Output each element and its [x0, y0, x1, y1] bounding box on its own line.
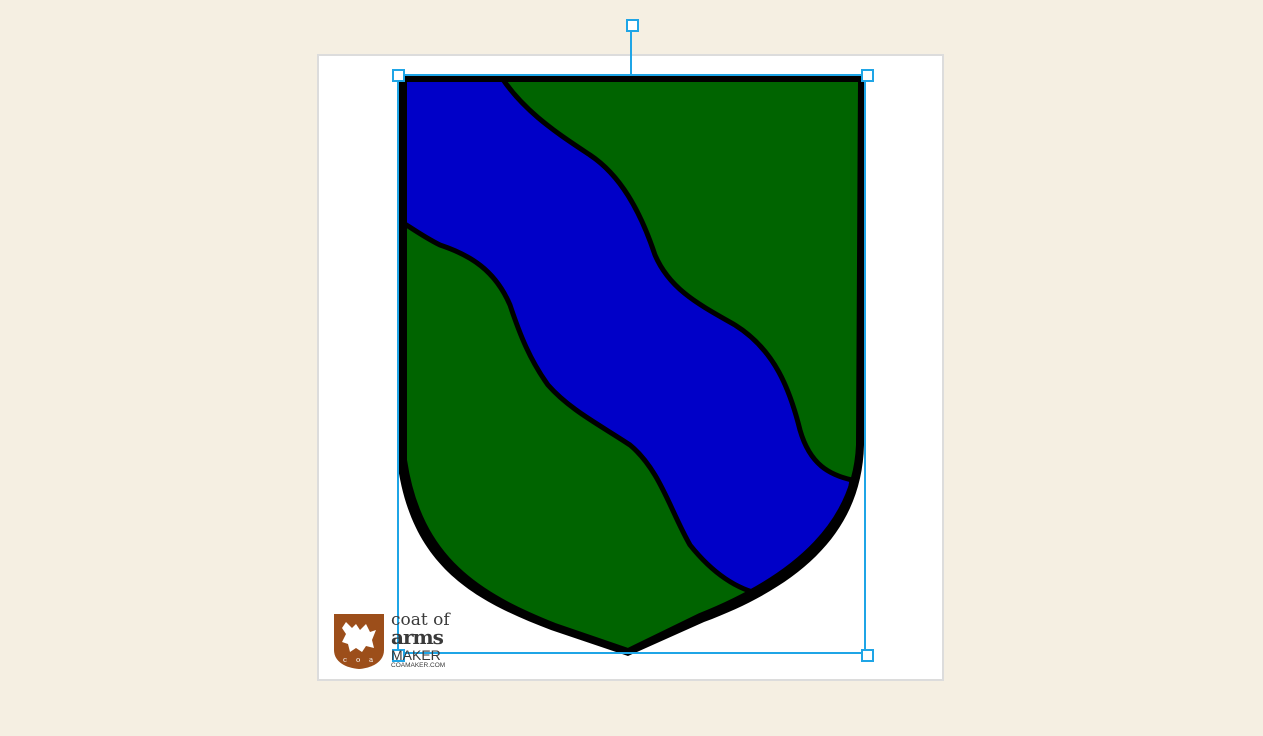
- svg-text:o: o: [356, 656, 360, 664]
- rotation-stem: [630, 28, 632, 74]
- resize-handle-bottom-right[interactable]: [861, 649, 874, 662]
- rotate-handle[interactable]: [626, 19, 639, 32]
- griffin-icon: c o a: [334, 614, 384, 669]
- svg-text:c: c: [343, 656, 347, 664]
- shield-artwork[interactable]: [0, 0, 1263, 736]
- coat-of-arms-maker-logo: c o a coat of arms MAKER COAMAKER.COM: [332, 612, 462, 672]
- svg-text:a: a: [369, 656, 373, 664]
- logo-url: COAMAKER.COM: [391, 662, 446, 669]
- resize-handle-top-right[interactable]: [861, 69, 874, 82]
- logo-line-3: MAKER: [391, 647, 441, 663]
- logo-line-2: arms: [391, 625, 444, 649]
- resize-handle-top-left[interactable]: [392, 69, 405, 82]
